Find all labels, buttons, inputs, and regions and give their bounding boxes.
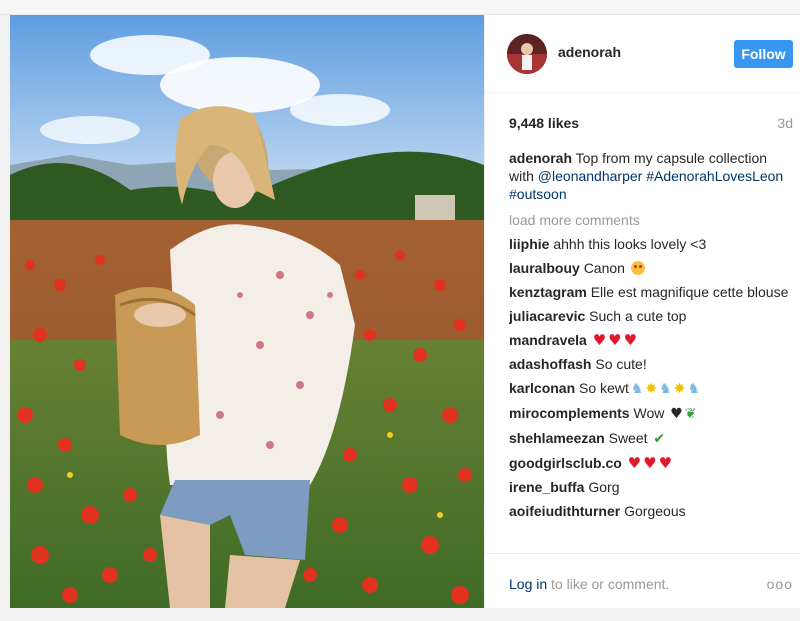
comment-text: Canon (583, 260, 625, 276)
login-prompt: Log in to like or comment. (509, 576, 669, 592)
comment-username[interactable]: adashoffash (509, 356, 591, 372)
more-options-icon[interactable]: ooo (767, 576, 793, 592)
caption-username[interactable]: adenorah (509, 150, 572, 166)
unicorn-icon: ♞ (630, 381, 644, 397)
comment-text: ahhh this looks lovely <3 (553, 236, 707, 252)
comment-username[interactable]: liiphie (509, 236, 549, 252)
list-item: irene_buffa Gorg (509, 478, 795, 496)
comment-username[interactable]: mandravela (509, 332, 587, 348)
comment-text: Gorg (588, 479, 620, 495)
comment-text: Sweet (608, 430, 648, 446)
comment-username[interactable]: mirocomplements (509, 405, 630, 421)
login-prompt-text: to like or comment. (547, 576, 670, 592)
heart-eyes-face-icon (630, 261, 645, 275)
post-time: 3d (777, 115, 793, 131)
comments-list[interactable]: adenorah Top from my capsule collection … (509, 149, 795, 537)
caption-hashtag[interactable]: #outsoon (509, 186, 567, 202)
comment-text: So cute! (595, 356, 647, 372)
poppy-field-photo (10, 15, 484, 608)
post-side-panel: adenorah Follow 9,448 likes 3d adenorah … (484, 15, 800, 608)
comment-username[interactable]: kenztagram (509, 284, 587, 300)
post-footer: Log in to like or comment. ooo (485, 553, 800, 609)
follow-button[interactable]: Follow (734, 40, 793, 68)
heart-icon: ♥ (658, 454, 673, 472)
heart-icon: ♥ (608, 331, 622, 349)
comment-text: Such a cute top (589, 308, 687, 324)
post-photo[interactable] (10, 15, 484, 608)
unicorn-icon: ♞ (687, 381, 700, 397)
comment-username[interactable]: karlconan (509, 380, 575, 396)
caption-hashtag[interactable]: #AdenorahLovesLeon (646, 168, 783, 184)
heart-icon: ♥ (627, 454, 642, 472)
list-item: kenztagram Elle est magnifique cette blo… (509, 283, 795, 301)
comment-username[interactable]: aoifeiudithturner (509, 503, 620, 519)
browser-top-strip (0, 0, 800, 15)
comment-text: Elle est magnifique cette blouse (590, 284, 789, 300)
heart-icon: ♥ (592, 331, 607, 349)
comment-username[interactable]: shehlameezan (509, 430, 605, 446)
caption-mention[interactable]: @leonandharper (538, 168, 643, 184)
post-header: adenorah Follow (485, 15, 800, 93)
comment-username[interactable]: goodgirlsclub.co (509, 455, 622, 471)
list-item: lauralbouy Canon (509, 259, 795, 277)
unicorn-icon: ♞ (659, 381, 672, 397)
sparkle-icon: ✸ (673, 381, 686, 397)
heart-icon: ♥ (670, 406, 683, 422)
comment-username[interactable]: juliacarevic (509, 308, 585, 324)
list-item: mirocomplements Wow ♥ ❦ (509, 404, 795, 423)
likes-count[interactable]: 9,448 likes (509, 115, 579, 131)
post-caption: adenorah Top from my capsule collection … (509, 149, 795, 203)
comment-username[interactable]: lauralbouy (509, 260, 580, 276)
list-item: shehlameezan Sweet ✔ (509, 429, 795, 448)
list-item: juliacarevic Such a cute top (509, 307, 795, 325)
post-username[interactable]: adenorah (558, 44, 621, 60)
sparkle-icon: ✸ (645, 381, 658, 397)
login-link[interactable]: Log in (509, 576, 547, 592)
heart-icon: ♥ (643, 454, 657, 472)
list-item: aoifeiudithturner Gorgeous (509, 502, 795, 520)
check-icon: ✔ (653, 431, 666, 447)
comment-text: Wow (633, 405, 665, 421)
herb-icon: ❦ (684, 406, 697, 422)
avatar-image (507, 34, 547, 74)
list-item: karlconan So kewt ♞ ✸ ♞ ✸ ♞ (509, 379, 795, 398)
comment-text: So kewt (579, 380, 629, 396)
comment-text: Gorgeous (624, 503, 686, 519)
list-item: mandravela ♥ ♥ ♥ (509, 331, 795, 349)
load-more-comments[interactable]: load more comments (509, 211, 795, 229)
avatar[interactable] (507, 34, 547, 74)
list-item: goodgirlsclub.co ♥ ♥ ♥ (509, 454, 795, 472)
list-item: liiphie ahhh this looks lovely <3 (509, 235, 795, 253)
comment-username[interactable]: irene_buffa (509, 479, 584, 495)
list-item: adashoffash So cute! (509, 355, 795, 373)
heart-icon: ♥ (623, 331, 638, 349)
